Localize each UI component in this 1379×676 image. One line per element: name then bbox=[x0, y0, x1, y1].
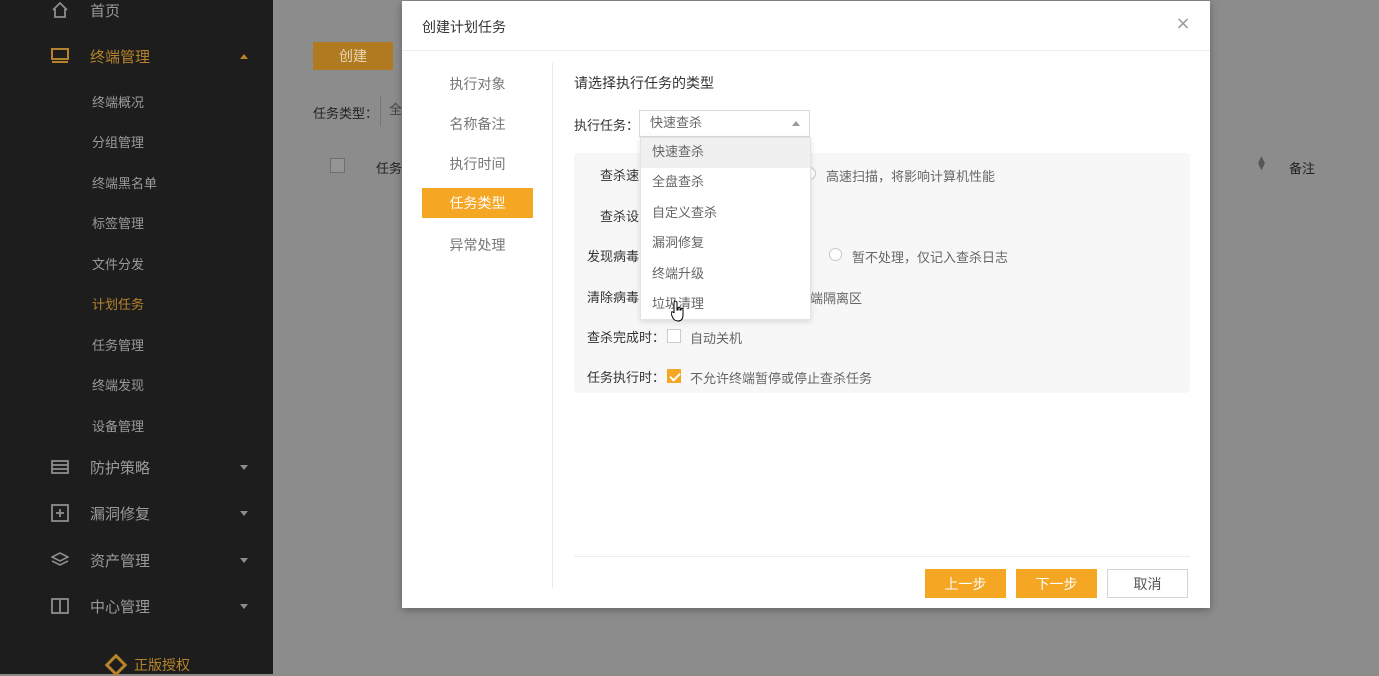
footer-divider bbox=[574, 556, 1190, 557]
chevron-down-icon bbox=[240, 603, 248, 609]
sidebar-item-terminal-blacklist[interactable]: 终端黑名单 bbox=[92, 173, 157, 192]
caret-up-icon bbox=[792, 121, 800, 126]
high-speed-option: 高速扫描，将影响计算机性能 bbox=[826, 170, 996, 185]
sort-icon[interactable]: ▲ ▼ bbox=[1258, 156, 1265, 172]
diamond-icon bbox=[104, 653, 128, 676]
create-button[interactable]: 创建 bbox=[313, 42, 393, 70]
nav-home-label: 首页 bbox=[90, 1, 121, 20]
nav-asset-management[interactable]: 资产管理 bbox=[0, 537, 273, 583]
sidebar: 首页 终端管理 终端概况 分组管理 终端黑名单 标签管理 文件分发 计划任务 任… bbox=[0, 0, 273, 676]
sidebar-item-tag-management[interactable]: 标签管理 bbox=[92, 213, 144, 232]
sidebar-item-device-management[interactable]: 设备管理 bbox=[92, 416, 144, 435]
steps-divider bbox=[552, 63, 553, 588]
hand-cursor-icon bbox=[671, 300, 684, 322]
auto-shutdown-option: 自动关机 bbox=[690, 332, 743, 347]
chevron-down-icon bbox=[240, 557, 248, 563]
no-action-option: 暂不处理，仅记入查杀日志 bbox=[852, 251, 1009, 266]
nav-protection-policy-label: 防护策略 bbox=[90, 458, 151, 477]
sidebar-item-file-distribution[interactable]: 文件分发 bbox=[92, 254, 144, 273]
home-icon bbox=[50, 0, 70, 20]
column-header-task: 任务 bbox=[376, 162, 403, 177]
task-type-select[interactable]: 快速查杀 bbox=[639, 110, 810, 137]
chevron-down-icon bbox=[240, 464, 248, 470]
task-type-dropdown: 快速查杀 全盘查杀 自定义查杀 漏洞修复 终端升级 垃圾清理 bbox=[640, 137, 811, 320]
section-title: 请选择执行任务的类型 bbox=[574, 76, 714, 92]
nav-vulnerability-fix-label: 漏洞修复 bbox=[90, 504, 151, 523]
next-step-button[interactable]: 下一步 bbox=[1016, 569, 1097, 598]
scan-speed-label: 查杀速 bbox=[600, 169, 640, 184]
nav-home[interactable]: 首页 bbox=[0, 0, 273, 33]
nav-terminal-management[interactable]: 终端管理 bbox=[0, 33, 273, 79]
task-label: 执行任务： bbox=[574, 119, 640, 134]
select-all-checkbox[interactable] bbox=[330, 158, 345, 173]
task-type-select-value: 快速查杀 bbox=[650, 116, 703, 131]
nav-vulnerability-fix[interactable]: 漏洞修复 bbox=[0, 490, 273, 536]
modal-title: 创建计划任务 bbox=[422, 20, 506, 36]
chevron-up-icon bbox=[240, 53, 248, 59]
monitor-icon bbox=[50, 46, 70, 66]
dropdown-option-junk-cleanup[interactable]: 垃圾清理 bbox=[641, 290, 810, 320]
clear-virus-label: 清除病毒 bbox=[587, 291, 640, 306]
sidebar-item-terminal-overview[interactable]: 终端概况 bbox=[92, 92, 144, 111]
prev-step-button[interactable]: 上一步 bbox=[925, 569, 1006, 598]
chevron-down-icon bbox=[240, 510, 248, 516]
quarantine-option: 端隔离区 bbox=[810, 292, 863, 307]
policy-icon bbox=[50, 457, 70, 477]
wizard-steps: 执行对象 名称备注 执行时间 任务类型 异常处理 bbox=[402, 51, 552, 591]
step-target[interactable]: 执行对象 bbox=[422, 69, 533, 99]
layers-icon bbox=[50, 550, 70, 570]
sidebar-item-group-management[interactable]: 分组管理 bbox=[92, 132, 144, 151]
step-name-note[interactable]: 名称备注 bbox=[422, 109, 533, 139]
dropdown-option-terminal-upgrade[interactable]: 终端升级 bbox=[641, 260, 810, 290]
plus-square-icon bbox=[50, 503, 70, 523]
task-type-filter-label: 任务类型： bbox=[313, 107, 379, 122]
dropdown-option-full-scan[interactable]: 全盘查杀 bbox=[641, 168, 810, 198]
sidebar-item-scheduled-tasks[interactable]: 计划任务 bbox=[92, 294, 144, 313]
prevent-stop-option: 不允许终端暂停或停止查杀任务 bbox=[690, 372, 873, 387]
book-icon bbox=[50, 596, 70, 616]
nav-protection-policy[interactable]: 防护策略 bbox=[0, 444, 273, 490]
sidebar-item-task-management[interactable]: 任务管理 bbox=[92, 335, 144, 354]
nav-center-management-label: 中心管理 bbox=[90, 597, 151, 616]
nav-terminal-management-label: 终端管理 bbox=[90, 47, 151, 66]
on-running-label: 任务执行时： bbox=[587, 371, 666, 386]
no-action-radio[interactable] bbox=[829, 248, 842, 261]
close-icon[interactable]: × bbox=[1174, 15, 1192, 33]
license-link[interactable]: 正版授权 bbox=[104, 653, 190, 676]
dropdown-option-quick-scan[interactable]: 快速查杀 bbox=[641, 138, 810, 168]
on-complete-label: 查杀完成时： bbox=[587, 331, 666, 346]
modal-header: 创建计划任务 × bbox=[402, 1, 1210, 51]
found-virus-label: 发现病毒 bbox=[587, 250, 640, 265]
step-exception-handling[interactable]: 异常处理 bbox=[422, 230, 533, 260]
nav-center-management[interactable]: 中心管理 bbox=[0, 583, 273, 629]
auto-shutdown-checkbox[interactable] bbox=[667, 329, 681, 343]
license-label: 正版授权 bbox=[134, 658, 190, 674]
column-header-note: 备注 bbox=[1289, 162, 1316, 177]
nav-asset-management-label: 资产管理 bbox=[90, 551, 151, 570]
dropdown-option-vuln-fix[interactable]: 漏洞修复 bbox=[641, 229, 810, 259]
step-schedule[interactable]: 执行时间 bbox=[422, 149, 533, 179]
prevent-stop-checkbox[interactable] bbox=[667, 369, 681, 383]
sidebar-item-terminal-discovery[interactable]: 终端发现 bbox=[92, 375, 144, 394]
dropdown-option-custom-scan[interactable]: 自定义查杀 bbox=[641, 199, 810, 229]
create-task-modal: 创建计划任务 × 执行对象 名称备注 执行时间 任务类型 异常处理 请选择执行任… bbox=[402, 1, 1210, 608]
cancel-button[interactable]: 取消 bbox=[1107, 569, 1188, 598]
scan-settings-label: 查杀设 bbox=[600, 210, 640, 225]
step-task-type[interactable]: 任务类型 bbox=[422, 188, 533, 218]
